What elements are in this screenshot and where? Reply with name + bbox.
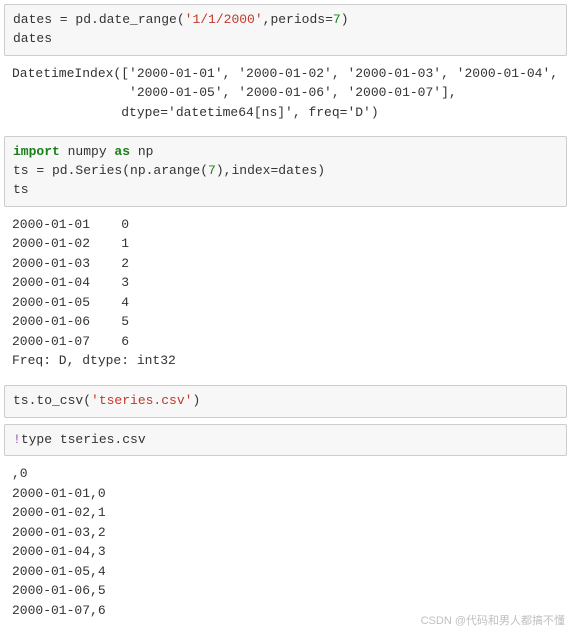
code: ts bbox=[13, 182, 29, 197]
code: dates bbox=[13, 31, 52, 46]
code: !type tseries.csv bbox=[13, 432, 146, 447]
code-cell-4: !type tseries.csv bbox=[4, 424, 567, 457]
output-4: ,0 2000-01-01,0 2000-01-02,1 2000-01-03,… bbox=[4, 462, 567, 628]
output-1: DatetimeIndex(['2000-01-01', '2000-01-02… bbox=[4, 62, 567, 131]
code: import numpy as np bbox=[13, 144, 153, 159]
code: ts = pd.Series(np.arange(7),index=dates) bbox=[13, 163, 325, 178]
code-cell-1: dates = pd.date_range('1/1/2000',periods… bbox=[4, 4, 567, 56]
code: ts.to_csv('tseries.csv') bbox=[13, 393, 200, 408]
code-cell-3: ts.to_csv('tseries.csv') bbox=[4, 385, 567, 418]
output-2: 2000-01-01 0 2000-01-02 1 2000-01-03 2 2… bbox=[4, 213, 567, 379]
code: dates = pd.date_range('1/1/2000',periods… bbox=[13, 12, 349, 27]
code-cell-2: import numpy as np ts = pd.Series(np.ara… bbox=[4, 136, 567, 207]
